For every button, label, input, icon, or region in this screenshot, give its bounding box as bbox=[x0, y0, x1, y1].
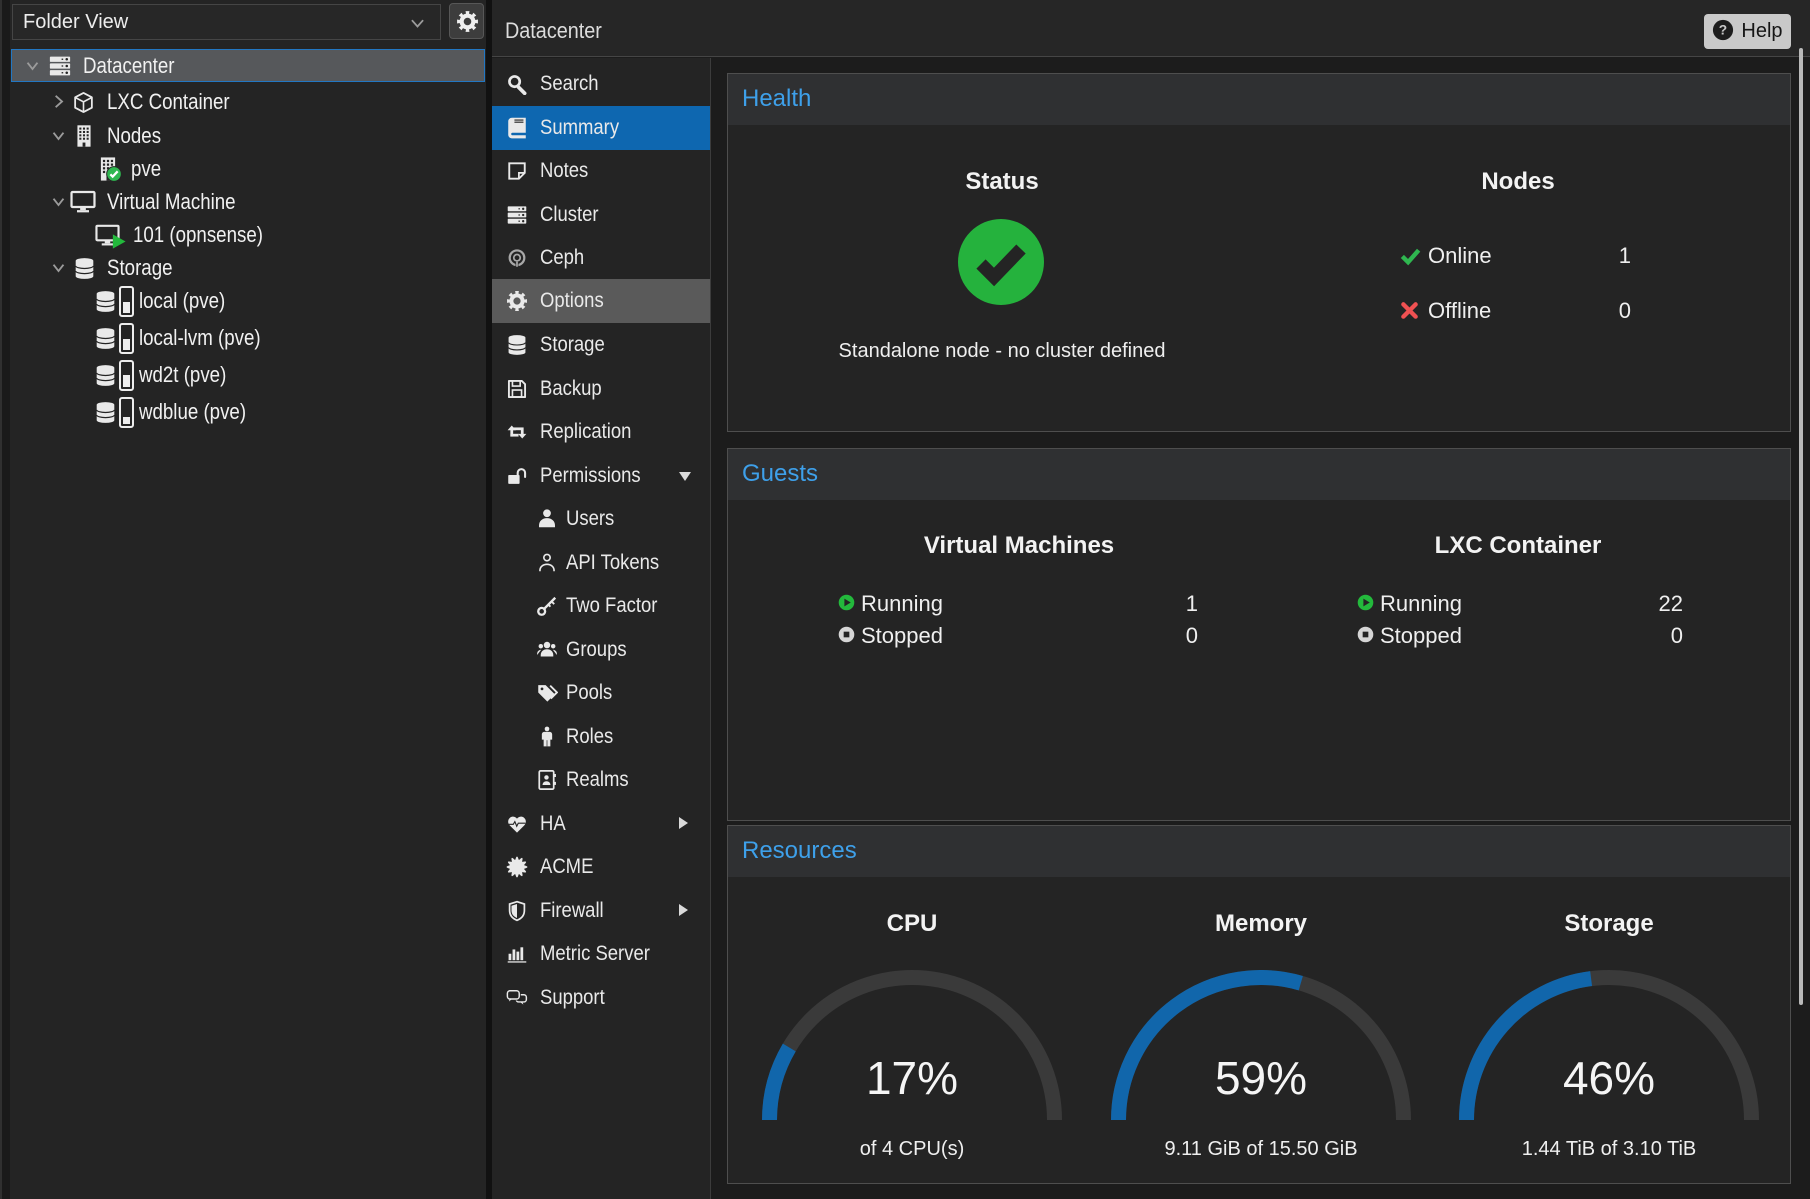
svg-text:?: ? bbox=[1719, 23, 1727, 38]
